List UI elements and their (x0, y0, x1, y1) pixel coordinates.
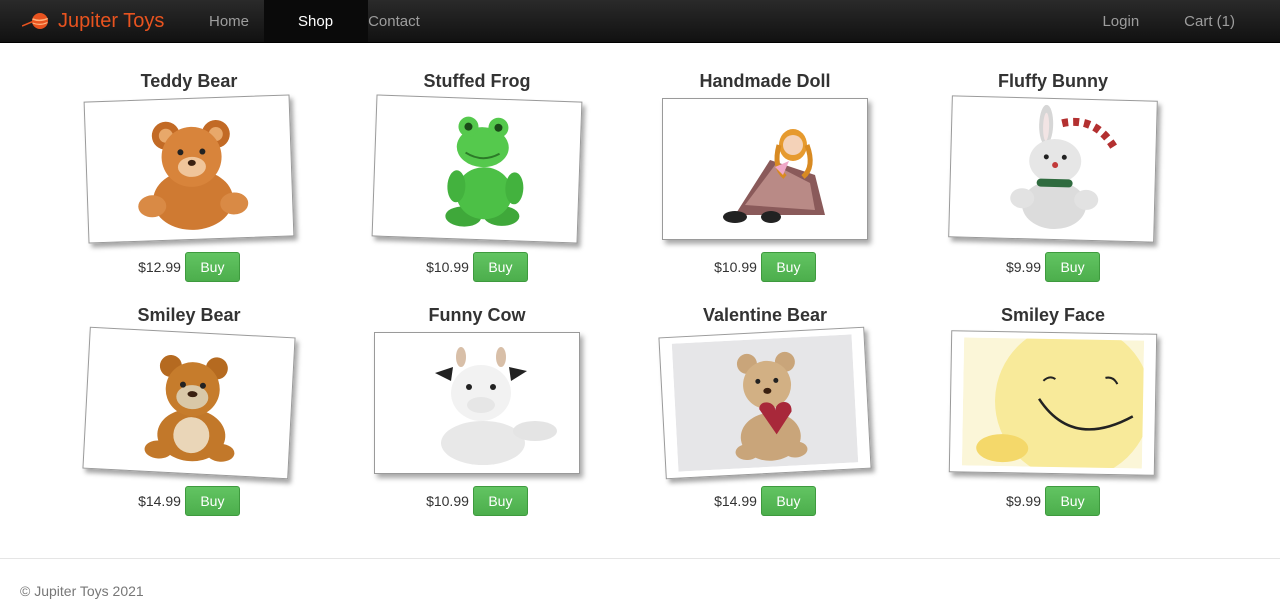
buy-button[interactable]: Buy (184, 252, 240, 282)
product-card: Valentine Bear $14.99 Buy (621, 300, 909, 534)
fluffy-bunny-image (1010, 104, 1117, 230)
product-title: Funny Cow (428, 305, 526, 325)
buy-row: $9.99 Buy (1005, 252, 1101, 282)
navbar: Jupiter Toys Home Shop Contact Login Car… (0, 0, 1280, 43)
product-card: Fluffy Bunny $9.99 Buy (909, 66, 1197, 300)
product-image (374, 332, 580, 474)
footer: © Jupiter Toys 2021 (0, 558, 1280, 616)
product-image (83, 94, 295, 244)
main-nav: Home Shop Contact (194, 0, 435, 42)
buy-row: $14.99 Buy (138, 486, 240, 516)
buy-row: $10.99 Buy (426, 252, 528, 282)
buy-button[interactable]: Buy (760, 252, 816, 282)
product-image (371, 94, 583, 244)
buy-button[interactable]: Buy (1045, 486, 1101, 516)
nav-cart[interactable]: Cart (1) (1169, 0, 1250, 42)
teddy-bear-image (138, 120, 249, 230)
product-card: Stuffed Frog $10.99 Buy (333, 66, 621, 300)
handmade-doll-image (723, 129, 825, 223)
nav-shop[interactable]: Shop (264, 0, 369, 42)
buy-button[interactable]: Buy (1045, 252, 1101, 282)
planet-logo-icon (22, 13, 49, 29)
nav-home[interactable]: Home (194, 0, 264, 42)
product-title: Stuffed Frog (423, 71, 531, 91)
buy-button[interactable]: Buy (760, 486, 816, 516)
product-title: Smiley Bear (137, 305, 241, 325)
buy-button[interactable]: Buy (472, 252, 528, 282)
product-price: $12.99 (138, 259, 181, 275)
product-title: Smiley Face (1000, 305, 1106, 325)
buy-button[interactable]: Buy (472, 486, 528, 516)
funny-cow-image (435, 347, 557, 465)
product-grid: Teddy Bear $12.99 Buy Stuffed Frog $10.9… (45, 66, 1195, 534)
product-image (948, 95, 1158, 243)
product-card: Handmade Doll $10.99 Buy (621, 66, 909, 300)
product-price: $9.99 (1005, 259, 1042, 275)
product-price: $10.99 (426, 493, 469, 509)
product-card: Teddy Bear $12.99 Buy (45, 66, 333, 300)
product-price: $14.99 (138, 493, 181, 509)
copyright: © Jupiter Toys 2021 (20, 583, 144, 599)
product-price: $9.99 (1005, 493, 1042, 509)
product-price: $14.99 (714, 493, 757, 509)
buy-row: $12.99 Buy (138, 252, 240, 282)
brand-link[interactable]: Jupiter Toys (22, 0, 164, 42)
product-card: Smiley Bear $14.99 Buy (45, 300, 333, 534)
nav-login[interactable]: Login (1087, 0, 1154, 42)
product-image (948, 330, 1158, 476)
product-image (82, 326, 296, 480)
smiley-face-image (961, 337, 1145, 469)
buy-row: $9.99 Buy (1005, 486, 1101, 516)
product-price: $10.99 (426, 259, 469, 275)
buy-row: $10.99 Buy (714, 252, 816, 282)
valentine-bear-image (671, 334, 859, 472)
product-title: Fluffy Bunny (998, 71, 1108, 91)
product-title: Teddy Bear (140, 71, 238, 91)
product-title: Handmade Doll (699, 71, 831, 91)
nav-contact[interactable]: Contact (368, 0, 435, 42)
buy-row: $14.99 Buy (714, 486, 816, 516)
product-card: Smiley Face $9.99 Buy (909, 300, 1197, 534)
buy-button[interactable]: Buy (184, 486, 240, 516)
product-card: Funny Cow $10.99 Buy (333, 300, 621, 534)
product-image (662, 98, 868, 240)
smiley-bear-image (144, 355, 235, 462)
brand-name: Jupiter Toys (58, 9, 165, 32)
user-nav: Login Cart (1) (1087, 0, 1250, 42)
buy-row: $10.99 Buy (426, 486, 528, 516)
product-title: Valentine Bear (702, 305, 828, 325)
product-price: $10.99 (714, 259, 757, 275)
stuffed-frog-image (445, 116, 524, 227)
product-image (658, 326, 872, 480)
